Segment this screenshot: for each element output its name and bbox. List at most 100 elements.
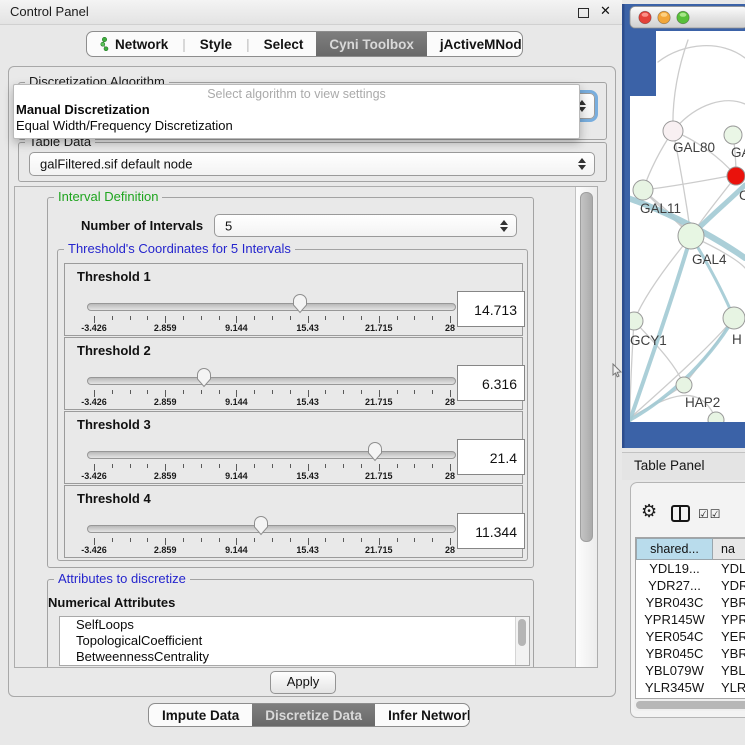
threshold-slider-track[interactable] [87,451,456,459]
slider-tick [290,464,291,468]
tab-label: Infer Network [388,708,470,723]
slider-tick [272,316,273,320]
table-row[interactable]: YBR045CYBR0 [636,645,745,662]
table-row[interactable]: YDL19...YDL1 [636,560,745,577]
close-icon[interactable]: ✕ [600,3,611,19]
threshold-value-field[interactable]: 14.713 [457,291,525,327]
slider-tick [147,390,148,394]
attribute-item-topologicalcoefficient[interactable]: TopologicalCoefficient [60,633,529,649]
num-intervals-combo[interactable]: 5 [214,214,517,237]
network-node-gal4[interactable] [678,223,704,249]
slider-tick [94,538,95,545]
network-node-h[interactable] [723,307,745,329]
threshold-slider-track[interactable] [87,525,456,533]
slider-tick [414,390,415,394]
slider-tick [414,464,415,468]
network-node-gal80[interactable] [663,121,683,141]
table-body: YDL19...YDL1YDR27...YDR2YBR043CYBR0YPR14… [636,560,745,699]
threshold-title: Threshold 2 [77,343,151,358]
traffic-light-highlight [680,13,687,17]
algorithm-option-equal-width-frequency-discretization[interactable]: Equal Width/Frequency Discretization [14,118,579,134]
threshold-value-field[interactable]: 21.4 [457,439,525,475]
table-header-row: shared...na [636,538,745,560]
slider-tick [112,316,113,320]
tab-style[interactable]: Style [187,32,245,56]
cyni-mode-tabs: Impute DataDiscretize Data Infer Network [148,703,470,727]
algorithm-option-manual-discretization[interactable]: Manual Discretization [14,102,579,118]
tab-select[interactable]: Select [251,32,317,56]
apply-button[interactable]: Apply [270,671,336,694]
tab-cyni-toolbox[interactable]: Cyni Toolbox [316,32,427,56]
cell-shared-name: YDR27... [636,577,713,594]
slider-thumb[interactable] [196,367,212,388]
threshold-value-field[interactable]: 6.316 [457,365,525,401]
cell-name: YER0 [713,628,745,645]
tick-label: 15.43 [296,323,319,333]
cell-name: YBR0 [713,594,745,611]
tab-network[interactable]: Network [87,32,181,56]
tick-label: 2.859 [154,471,177,481]
column-header-2[interactable]: na [713,538,745,560]
slider-thumb[interactable] [253,515,269,536]
settings-scrollbar[interactable] [575,187,597,667]
slider-tick [254,390,255,394]
slider-tick [325,316,326,320]
slider-tick [432,390,433,394]
table-data-combo[interactable]: galFiltered.sif default node [29,152,595,176]
traffic-light-highlight [642,13,649,17]
slider-tick [414,316,415,320]
slider-thumb[interactable] [292,293,308,314]
slider-tick [236,538,237,545]
list-scrollbar-thumb[interactable] [518,619,526,646]
table-row[interactable]: YBR043CYBR0 [636,594,745,611]
tab-label: Cyni Toolbox [329,37,414,52]
numerical-attributes-list[interactable]: SelfLoopsTopologicalCoefficientBetweenne… [59,616,530,666]
float-icon[interactable] [578,8,589,18]
threshold-slider-track[interactable] [87,303,456,311]
network-node-ga[interactable] [724,126,742,144]
table-hscrollbar-thumb[interactable] [636,701,745,709]
tab-jactivemnodules[interactable]: jActiveMNodules [427,32,523,56]
slider-tick [343,464,344,468]
tab-infer-network[interactable]: Infer Network [375,704,470,726]
slider-tick [201,464,202,468]
cell-shared-name: YBR045C [636,645,713,662]
tab-label: jActiveMNodules [440,37,523,52]
threshold-slider-track[interactable] [87,377,456,385]
network-view[interactable]: GAL80GACGAL11GAL4GCY1HHAP2 [622,0,745,452]
slider-tick [361,464,362,468]
slider-tick [379,464,380,471]
table-row[interactable]: YLR345WYLR3 [636,679,745,696]
network-node-gal11[interactable] [633,180,653,200]
slider-tick [361,316,362,320]
slider-tick [290,538,291,542]
tab-discretize-data[interactable]: Discretize Data [252,704,375,726]
table-row[interactable]: YER054CYER0 [636,628,745,645]
slider-tick [343,316,344,320]
threshold-value-field[interactable]: 11.344 [457,513,525,549]
slider-tick [397,316,398,320]
table-hscrollbar[interactable] [634,699,745,711]
slider-tick [112,538,113,542]
threshold-panel-2: Threshold 2-3.4262.8599.14415.4321.71528… [64,337,523,410]
slider-tick [361,390,362,394]
table-row[interactable]: YPR145WYPR1 [636,611,745,628]
tick-label: 2.859 [154,323,177,333]
slider-thumb[interactable] [367,441,383,462]
network-node-hap2[interactable] [676,377,692,393]
list-scrollbar[interactable] [515,617,529,665]
attribute-item-betweennesscentrality[interactable]: BetweennessCentrality [60,649,529,665]
tick-label: 21.715 [365,471,393,481]
slider-tick [183,464,184,468]
table-row[interactable]: YDR27...YDR2 [636,577,745,594]
table-row[interactable]: YBL079WYBL0 [636,662,745,679]
gear-icon[interactable]: ⚙ [641,501,657,522]
column-checkboxes-icon[interactable]: ☑☑ [698,507,722,521]
split-pane-icon[interactable] [671,505,690,522]
settings-scrollbar-thumb[interactable] [580,192,593,542]
column-header-1[interactable]: shared... [636,538,713,560]
slider-tick [112,390,113,394]
attribute-item-selfloops[interactable]: SelfLoops [60,617,529,633]
network-node-c[interactable] [727,167,745,185]
tab-impute-data[interactable]: Impute Data [149,704,252,726]
